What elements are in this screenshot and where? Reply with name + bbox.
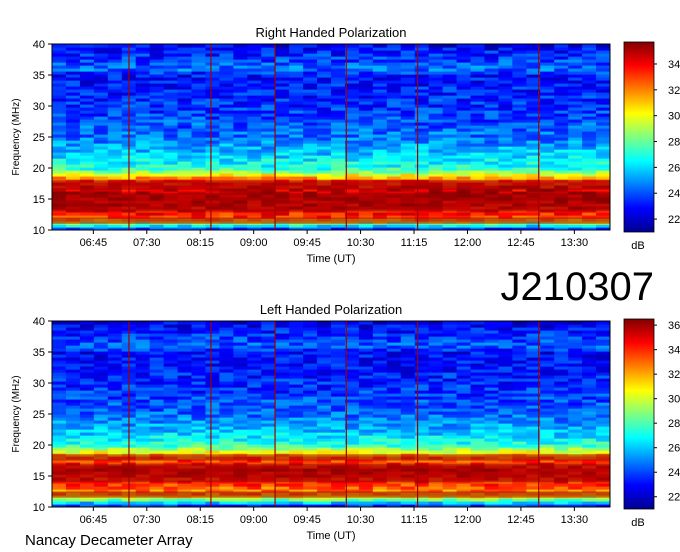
spectrogram-cell xyxy=(470,44,486,48)
spectrogram-cell xyxy=(52,321,67,325)
spectrogram-cell xyxy=(107,321,123,325)
x-tick-label: 12:45 xyxy=(507,237,535,249)
emission-band xyxy=(52,192,610,212)
spectrogram-cell xyxy=(163,44,179,48)
dynamic-spectrum-figure: Right Handed Polarization 10 15 20 25 30 35 40… xyxy=(11,25,680,549)
spectrogram-cell xyxy=(289,44,304,48)
spectrogram-cell xyxy=(52,44,67,48)
spectrogram-cell xyxy=(93,44,109,48)
spectrogram-cell xyxy=(442,44,458,48)
spectrogram-cell xyxy=(596,44,610,48)
y-axis-label: Frequency (MHz) xyxy=(11,98,22,175)
emission-band xyxy=(52,180,610,190)
y-tick-label: 15 xyxy=(33,194,45,206)
colorbar-label: dB xyxy=(631,240,644,252)
colorbar-tick-label: 34 xyxy=(668,59,680,71)
x-tick-label: 09:45 xyxy=(293,237,321,249)
colorbar-tick-label: 30 xyxy=(668,111,680,123)
spectrogram-cell xyxy=(79,321,95,325)
spectrogram-cell xyxy=(79,44,95,48)
colorbar-ticks: 22 24 26 28 30 32 34 xyxy=(654,59,680,226)
colorbar-tick-label: 26 xyxy=(668,162,680,174)
spectrogram-cell xyxy=(65,321,81,325)
x-tick-label: 13:30 xyxy=(561,237,589,249)
spectrogram-cell xyxy=(498,44,513,48)
x-axis-ticks: 06:45 07:30 08:15 09:00 09:45 10:30 11:15 12:00… xyxy=(80,230,589,249)
colorbar-gradient xyxy=(623,41,655,233)
x-tick-label: 09:00 xyxy=(240,237,268,249)
spectrogram-cell xyxy=(107,44,123,48)
y-tick-label: 40 xyxy=(33,39,45,51)
spectrogram-cell xyxy=(386,44,402,48)
spectrogram-cell xyxy=(247,44,262,48)
spectrogram-cell xyxy=(261,44,276,48)
spectrogram-cell xyxy=(358,44,374,48)
spectrogram-cell xyxy=(135,44,151,48)
x-tick-label: 10:30 xyxy=(347,237,375,249)
spectrogram-cell xyxy=(568,44,583,48)
spectrogram-cell xyxy=(219,44,234,48)
y-tick-label: 20 xyxy=(33,163,45,175)
x-tick-label: 06:45 xyxy=(80,237,108,249)
chart-title: Left Handed Polarization xyxy=(260,302,402,317)
y-axis-ticks: 10 15 20 25 30 35 40 xyxy=(33,39,52,237)
spectrogram-plot-area xyxy=(52,44,610,230)
spectrogram-cell xyxy=(149,44,165,48)
colorbar-tick-label: 22 xyxy=(668,214,680,226)
spectrogram-cell xyxy=(540,44,555,48)
spectrogram-cell xyxy=(191,44,207,48)
observation-id: J210307 xyxy=(501,265,654,309)
chart-left-polarization: Left Handed Polarization 10152025303540 … xyxy=(11,302,680,542)
spectrogram-plot-area xyxy=(52,321,610,507)
spectrogram-cell xyxy=(400,44,416,48)
chart-right-polarization: Right Handed Polarization 10 15 20 25 30 35 40… xyxy=(11,25,680,265)
y-tick-label: 35 xyxy=(33,70,45,82)
spectrogram-cell xyxy=(317,44,332,48)
y-tick-label: 30 xyxy=(33,101,45,113)
spectrogram-cell xyxy=(512,44,527,48)
spectrogram-cell xyxy=(582,44,597,48)
spectrogram-cell xyxy=(554,44,569,48)
spectrogram-cell xyxy=(344,44,360,48)
y-tick-label: 25 xyxy=(33,132,45,144)
spectrogram-cell xyxy=(303,44,318,48)
spectrogram-cell xyxy=(428,44,444,48)
x-axis-label: Time (UT) xyxy=(306,253,355,265)
spectrogram-cell xyxy=(93,321,109,325)
spectrogram-cell xyxy=(233,44,248,48)
spectrogram-cell xyxy=(484,44,499,48)
spectrogram-cell xyxy=(177,44,193,48)
x-tick-label: 11:15 xyxy=(401,237,428,249)
spectrogram-cell xyxy=(372,44,388,48)
spectrogram-cell xyxy=(205,44,220,48)
chart-title: Right Handed Polarization xyxy=(255,25,406,40)
colorbar-tick-label: 24 xyxy=(668,188,680,200)
y-tick-label: 10 xyxy=(33,225,45,237)
x-tick-label: 12:00 xyxy=(454,237,482,249)
spectrogram-cell xyxy=(275,44,290,48)
x-tick-label: 08:15 xyxy=(186,237,214,249)
x-tick-label: 07:30 xyxy=(133,237,161,249)
spectrogram-cell xyxy=(456,44,472,48)
emission-band xyxy=(52,217,610,224)
colorbar-tick-label: 28 xyxy=(668,137,680,149)
spectrogram-cell xyxy=(65,44,81,48)
colorbar: 22 24 26 28 30 32 34 dB xyxy=(623,41,680,252)
colorbar-tick-label: 32 xyxy=(668,85,680,97)
spectrogram-cell xyxy=(414,44,430,48)
spectrogram-cell xyxy=(331,44,346,48)
